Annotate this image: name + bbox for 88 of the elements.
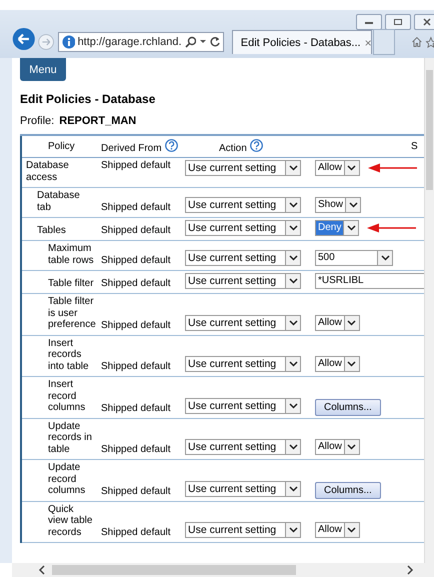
- caret-icon: [347, 361, 356, 367]
- home-icon[interactable]: [411, 34, 424, 50]
- caret-icon: [288, 255, 298, 261]
- caret-icon: [288, 361, 298, 367]
- derived-from-text: Shipped default: [101, 160, 171, 171]
- value-dropdown[interactable]: Allow: [315, 522, 360, 538]
- caret-icon: [347, 320, 356, 326]
- derived-from-text: Shipped default: [101, 202, 171, 213]
- columns-button[interactable]: Columns...: [315, 482, 381, 498]
- caret-icon: [347, 527, 356, 533]
- close-button[interactable]: [414, 14, 434, 30]
- maximize-button[interactable]: [385, 14, 411, 30]
- value-dropdown[interactable]: Allow: [315, 439, 360, 455]
- caret-icon: [380, 255, 390, 261]
- action-dropdown[interactable]: Use current setting: [185, 522, 301, 538]
- policy-name: Quick view table records: [48, 504, 92, 538]
- maximize-icon: [393, 18, 403, 26]
- caret-icon: [288, 402, 298, 408]
- derived-from-text: Shipped default: [101, 527, 171, 538]
- column-header: Action: [219, 143, 247, 154]
- caret-icon: [288, 202, 298, 208]
- columns-button[interactable]: Columns...: [315, 398, 381, 416]
- action-dropdown[interactable]: Use current setting: [185, 439, 301, 455]
- policy-name: Tables: [37, 224, 66, 236]
- caret-icon: [288, 444, 298, 450]
- action-dropdown[interactable]: Use current setting: [185, 250, 301, 266]
- help-icon[interactable]: [250, 139, 263, 152]
- caret-icon: [288, 165, 298, 171]
- address-bar[interactable]: http://garage.rchland.: [58, 32, 224, 52]
- derived-from-text: Shipped default: [101, 225, 171, 236]
- help-icon[interactable]: [164, 139, 178, 152]
- star-icon[interactable]: [425, 34, 434, 50]
- caret-icon: [288, 320, 298, 326]
- profile-value: REPORT_MAN: [59, 115, 136, 127]
- caret-icon: [346, 225, 356, 231]
- search-icon[interactable]: [184, 36, 196, 48]
- action-dropdown[interactable]: Use current setting: [185, 480, 301, 496]
- minimize-icon: [364, 19, 374, 25]
- column-header: Derived From: [101, 143, 162, 154]
- caret-icon: [288, 278, 298, 284]
- value-dropdown[interactable]: Deny: [315, 220, 360, 236]
- derived-from-text: Shipped default: [101, 486, 171, 496]
- policy-name: Update records in table: [48, 420, 92, 454]
- derived-from-text: Shipped default: [101, 361, 171, 372]
- policy-name: Database tab: [37, 190, 80, 212]
- policy-name: Database access: [26, 160, 69, 182]
- value-input-field[interactable]: *USRLIBL: [315, 273, 424, 289]
- policy-name: Update record columns: [48, 462, 86, 496]
- value-dropdown[interactable]: Show: [315, 197, 362, 213]
- derived-from-text: Shipped default: [101, 320, 171, 330]
- refresh-icon[interactable]: [208, 36, 220, 48]
- policy-name: Table filter: [48, 278, 94, 288]
- caret-icon: [347, 165, 356, 171]
- value-dropdown[interactable]: Allow: [315, 160, 360, 176]
- browser-tab[interactable]: Edit Policies - Databas... ×: [232, 30, 372, 54]
- minimize-button[interactable]: [356, 14, 382, 30]
- action-dropdown[interactable]: Use current setting: [185, 356, 301, 372]
- caret-icon: [288, 225, 298, 231]
- action-dropdown[interactable]: Use current setting: [185, 160, 301, 176]
- caret-icon: [288, 486, 298, 492]
- action-dropdown[interactable]: Use current setting: [185, 314, 301, 330]
- column-header: S: [411, 141, 418, 152]
- action-dropdown[interactable]: Use current setting: [185, 197, 301, 213]
- page-heading: Edit Policies - Database: [20, 92, 156, 106]
- caret-icon[interactable]: [198, 39, 206, 45]
- action-dropdown[interactable]: Use current setting: [185, 398, 301, 414]
- policy-name: Table filter is user preference: [48, 296, 96, 330]
- caret-icon: [288, 527, 298, 533]
- derived-from-text: Shipped default: [101, 278, 171, 289]
- derived-from-text: Shipped default: [101, 255, 171, 266]
- caret-icon: [348, 202, 358, 208]
- close-icon: [423, 18, 431, 26]
- value-dropdown[interactable]: Allow: [315, 356, 360, 372]
- action-dropdown[interactable]: Use current setting: [185, 273, 301, 289]
- derived-from-text: Shipped default: [101, 444, 171, 455]
- menu-button[interactable]: Menu: [20, 58, 66, 81]
- derived-from-text: Shipped default: [101, 402, 171, 414]
- policy-name: Insert records into table: [48, 338, 89, 372]
- info-icon: [62, 35, 75, 49]
- value-dropdown[interactable]: Allow: [315, 314, 360, 330]
- policy-name: Maximum table rows: [48, 243, 94, 266]
- policy-name: Insert record columns: [48, 379, 86, 413]
- action-dropdown[interactable]: Use current setting: [185, 220, 301, 236]
- value-dropdown[interactable]: 500: [315, 250, 393, 266]
- caret-icon: [347, 444, 356, 450]
- column-header: Policy: [48, 141, 75, 152]
- tab-close-button[interactable]: ×: [364, 36, 372, 50]
- profile-label: Profile:: [20, 115, 54, 127]
